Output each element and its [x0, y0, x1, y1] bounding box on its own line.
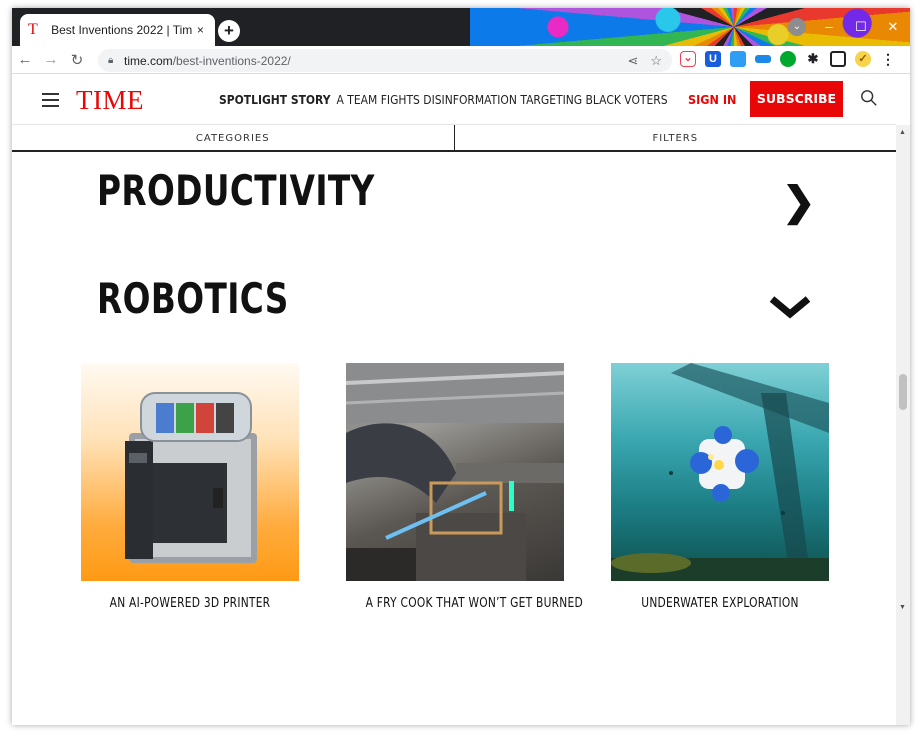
screen-extension-icon[interactable]	[755, 55, 771, 63]
filter-bar: CATEGORIES FILTERS	[12, 125, 896, 152]
tab-close-icon[interactable]: ×	[194, 23, 207, 37]
tab-search-icon[interactable]: ⌄	[788, 18, 806, 36]
bookmark-star-icon[interactable]: ☆	[650, 53, 662, 69]
close-window-icon[interactable]: ✕	[884, 18, 902, 36]
spotlight-text: A TEAM FIGHTS DISINFORMATION TARGETING B…	[336, 92, 668, 107]
search-icon[interactable]	[860, 89, 878, 107]
url-path: /best-inventions-2022/	[172, 53, 291, 68]
sidepanel-icon[interactable]	[830, 51, 846, 67]
filters-tab[interactable]: FILTERS	[455, 125, 897, 150]
printer-image[interactable]	[81, 363, 299, 581]
page-scrollbar[interactable]: ▲ ▼	[896, 125, 910, 725]
fry-cook-image[interactable]	[346, 363, 564, 581]
printer-illustration	[125, 392, 257, 563]
browser-toolbar: ← → ↻ 🔒︎ time.com/best-inventions-2022/ …	[12, 46, 910, 74]
chevron-down-icon[interactable]	[769, 294, 811, 320]
section-title-productivity[interactable]: PRODUCTIVITY	[97, 166, 375, 215]
url-host: time.com	[124, 53, 173, 68]
site-header: TIME SPOTLIGHT STORY A TEAM FIGHTS DISIN…	[12, 75, 896, 125]
spotlight-story-link[interactable]: SPOTLIGHT STORY A TEAM FIGHTS DISINFORMA…	[219, 92, 668, 107]
lock-icon[interactable]: 🔒︎	[108, 55, 124, 66]
scrollbar-thumb[interactable]	[899, 374, 907, 410]
underwater-image[interactable]	[611, 363, 829, 581]
categories-tab[interactable]: CATEGORIES	[12, 125, 455, 150]
card-caption[interactable]: AN AI-POWERED 3D PRINTER	[101, 596, 280, 611]
invention-card[interactable]: UNDERWATER EXPLORATION	[611, 363, 829, 611]
bitwarden-extension-icon[interactable]: U	[705, 51, 721, 67]
section-title-robotics[interactable]: ROBOTICS	[97, 274, 289, 323]
subscribe-button[interactable]: SUBSCRIBE	[750, 81, 843, 117]
invention-card[interactable]: AN AI-POWERED 3D PRINTER	[81, 363, 299, 611]
minimize-icon[interactable]: –	[820, 18, 838, 36]
profile-avatar-icon[interactable]: ✓	[855, 51, 871, 67]
browser-menu-icon[interactable]: ⋮	[880, 51, 896, 67]
card-caption[interactable]: UNDERWATER EXPLORATION	[631, 596, 810, 611]
scroll-down-arrow-icon[interactable]: ▼	[899, 604, 906, 611]
browser-window: T Best Inventions 2022 | Tim × + ⌄ – ☐ ✕…	[12, 8, 910, 725]
extensions-area: ⌄ U ✱ ✓ ⋮	[680, 51, 896, 67]
spotlight-label: SPOTLIGHT STORY	[219, 92, 331, 107]
url-text: time.com/best-inventions-2022/	[124, 54, 291, 68]
maximize-icon[interactable]: ☐	[852, 18, 870, 36]
window-extension-icon[interactable]	[730, 51, 746, 67]
share-icon[interactable]: ⋖	[627, 53, 638, 69]
tab-strip: T Best Inventions 2022 | Tim × + ⌄ – ☐ ✕	[12, 8, 910, 46]
back-arrow-icon[interactable]: ←	[12, 51, 38, 68]
browser-tab-active[interactable]: T Best Inventions 2022 | Tim ×	[20, 14, 215, 46]
extensions-puzzle-icon[interactable]: ✱	[805, 51, 821, 67]
menu-hamburger-icon[interactable]	[42, 93, 59, 111]
window-controls: ⌄ – ☐ ✕	[788, 18, 902, 36]
evernote-extension-icon[interactable]	[780, 51, 796, 67]
chevron-right-icon[interactable]: ❯	[782, 179, 816, 225]
underwater-drone-illustration	[611, 363, 829, 581]
reload-icon[interactable]: ↻	[64, 51, 90, 69]
forward-arrow-icon[interactable]: →	[38, 51, 64, 68]
card-caption[interactable]: A FRY COOK THAT WON’T GET BURNED	[366, 596, 583, 611]
invention-card[interactable]: A FRY COOK THAT WON’T GET BURNED	[346, 363, 583, 611]
scroll-up-arrow-icon[interactable]: ▲	[899, 129, 906, 136]
fry-cook-illustration	[346, 363, 564, 581]
tab-title: Best Inventions 2022 | Tim	[51, 23, 193, 37]
address-bar[interactable]: 🔒︎ time.com/best-inventions-2022/ ⋖ ☆	[98, 49, 672, 72]
pocket-extension-icon[interactable]: ⌄	[680, 51, 696, 67]
sign-in-link[interactable]: SIGN IN	[688, 92, 736, 107]
time-favicon-icon: T	[28, 21, 38, 38]
new-tab-button[interactable]: +	[218, 20, 240, 42]
time-logo[interactable]: TIME	[76, 85, 144, 116]
